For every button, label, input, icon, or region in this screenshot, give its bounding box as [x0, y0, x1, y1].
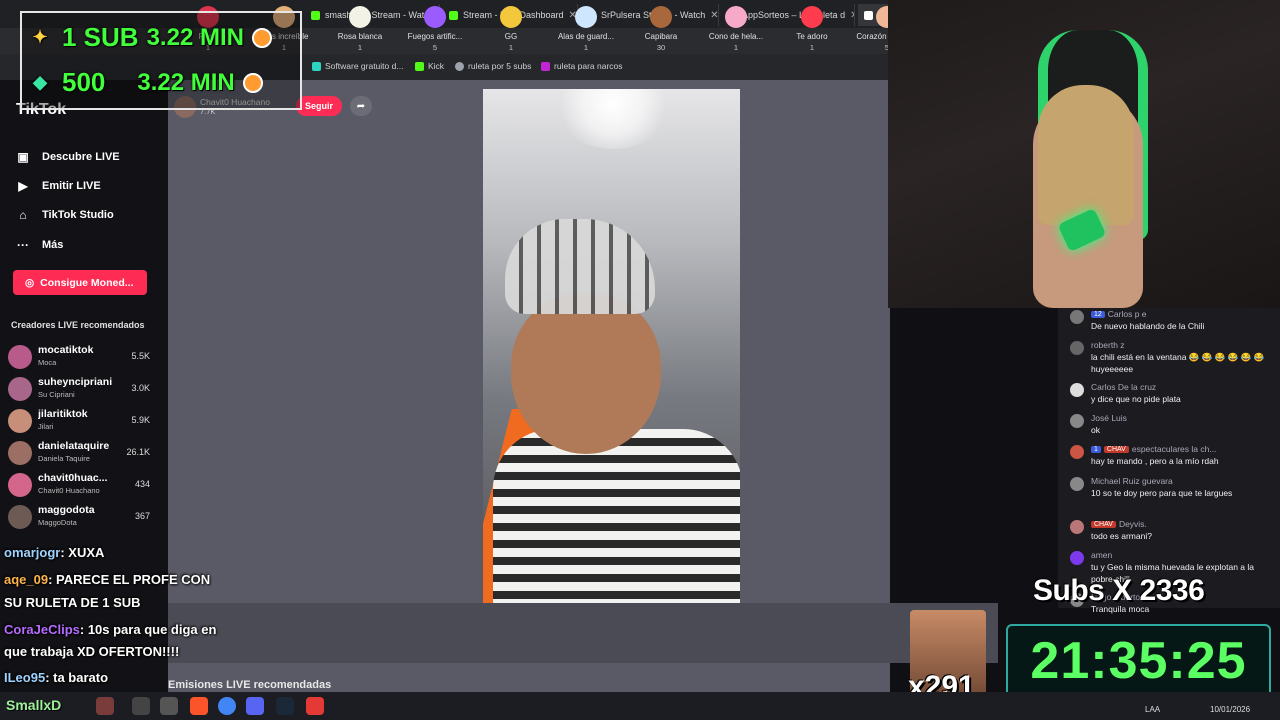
share-icon[interactable]: ➦: [350, 96, 372, 116]
bookmark-icon: [455, 61, 464, 71]
gift-te-adoro[interactable]: Te adoro 1: [775, 6, 849, 58]
explorer-icon[interactable]: [160, 697, 178, 715]
settings-icon[interactable]: [132, 697, 150, 715]
star-icon: ✦: [32, 27, 48, 47]
avatar: [8, 441, 32, 465]
gift-cono-de-helado[interactable]: Cono de hela... 1: [699, 6, 773, 58]
gift-gg[interactable]: GG 1: [474, 6, 548, 58]
wings-icon: [575, 6, 597, 28]
camera-icon: ▶: [18, 179, 28, 193]
nav-descubre-live[interactable]: ▣ Descubre LIVE: [16, 150, 119, 164]
bookmark-software[interactable]: Software gratuito d...: [312, 61, 403, 71]
avatar: [1070, 310, 1084, 324]
language-indicator[interactable]: LAA: [1145, 705, 1160, 714]
avatar: [1070, 551, 1084, 565]
gem-icon: ◆: [33, 72, 47, 92]
brave-icon[interactable]: [190, 697, 208, 715]
more-icon: ···: [17, 238, 29, 252]
live-icon: ▣: [17, 150, 29, 164]
avatar: [1070, 341, 1084, 355]
ice-cream-icon: [725, 6, 747, 28]
avatar: [8, 377, 32, 401]
overlay-chat-line: aqe_09: PARECE EL PROFE CON: [4, 572, 211, 587]
video-shirt: [493, 429, 740, 603]
gem-goal-row: ◆ 500 3.22 MIN: [26, 67, 263, 98]
sub-goal-row: ✦ 1 SUB 3.22 MIN: [26, 22, 272, 53]
chav-badge: CHAV: [1103, 445, 1129, 453]
gift-alas-de-guardian[interactable]: Alas de guard... 1: [549, 6, 623, 58]
kick-icon: [415, 61, 424, 71]
sub-badge: 1: [1091, 445, 1101, 453]
bookmark-icon: [312, 61, 321, 71]
nav-emitir-live[interactable]: ▶ Emitir LIVE: [16, 179, 100, 193]
video-face: [511, 294, 661, 454]
streamer-hair: [1038, 85, 1134, 225]
creator-item[interactable]: chavit0huac... Chavit0 Huachano 434: [8, 471, 160, 501]
avatar: [1070, 520, 1084, 534]
gift-capibara[interactable]: Capibara 30: [624, 6, 698, 58]
taskbar-date[interactable]: 10/01/2026: [1210, 705, 1250, 714]
live-video[interactable]: [483, 89, 740, 603]
clock-icon: [251, 27, 272, 48]
studio-icon: ⌂: [19, 208, 27, 222]
gift-fuegos-artificiales[interactable]: Fuegos artific... 5: [398, 6, 472, 58]
chav-badge: CHAV: [1091, 520, 1116, 528]
nav-mas[interactable]: ··· Más: [16, 238, 63, 252]
gift-bar: [168, 603, 998, 663]
follow-button[interactable]: Seguir: [296, 96, 342, 116]
subathon-timer: 21:35:25: [1006, 624, 1271, 698]
coin-icon: ◎: [25, 276, 35, 289]
white-rose-icon: [349, 6, 371, 28]
webcam-feed: [888, 0, 1280, 308]
creator-item[interactable]: maggodota MaggoDota 367: [8, 503, 160, 533]
overlay-chat-line: omarjogr: XUXA: [4, 545, 105, 560]
creator-item[interactable]: danielataquire Daniela Taquire 26.1K: [8, 439, 160, 469]
taskbar-overlay-user: SmallxD: [6, 697, 62, 713]
avatar: [8, 505, 32, 529]
bookmark-ruleta-narcos[interactable]: ruleta para narcos: [541, 61, 623, 71]
steam-icon[interactable]: [276, 697, 294, 715]
creator-item[interactable]: suheyncipriani Su Cipriani 3.0K: [8, 375, 160, 405]
gift-rosa-blanca[interactable]: Rosa blanca 1: [323, 6, 397, 58]
discord-icon[interactable]: [246, 697, 264, 715]
recommended-lives-heading: Emisiones LIVE recomendadas: [168, 679, 332, 691]
overlay-chat-line: CoraJeClips: 10s para que diga en: [4, 622, 217, 637]
overlay-chat-line: SU RULETA DE 1 SUB: [4, 595, 141, 610]
capybara-icon: [650, 6, 672, 28]
fireworks-icon: [424, 6, 446, 28]
youtube-icon[interactable]: [306, 697, 324, 715]
app-icon[interactable]: [96, 697, 114, 715]
bookmark-kick[interactable]: Kick: [415, 61, 444, 71]
avatar: [8, 345, 32, 369]
recommended-creators-title: Creadores LIVE recomendados: [11, 320, 145, 330]
creator-item[interactable]: jilaritiktok Jilari 5.9K: [8, 407, 160, 437]
avatar: [1070, 477, 1084, 491]
bookmark-icon: [541, 61, 550, 71]
avatar: [1070, 383, 1084, 397]
screen: smashdota Stream - Wat ✕ Stream - Kick D…: [0, 0, 1280, 720]
chrome-icon[interactable]: [218, 697, 236, 715]
overlay-chat-line: que trabaja XD OFERTON!!!!: [4, 644, 180, 659]
bookmark-ruleta-5-subs[interactable]: ruleta por 5 subs: [455, 61, 531, 71]
get-coins-button[interactable]: ◎ Consigue Moned...: [13, 270, 147, 295]
avatar: [8, 473, 32, 497]
video-cap: [505, 219, 655, 314]
overlay-chat-line: ILeo95: ta barato: [4, 670, 109, 685]
sub-badge: 12: [1091, 310, 1105, 318]
avatar: [1070, 445, 1084, 459]
avatar: [1070, 414, 1084, 428]
creator-item[interactable]: mocatiktok Moca 5.5K: [8, 343, 160, 373]
avatar: [8, 409, 32, 433]
subs-counter: Subs X 2336: [1033, 574, 1205, 607]
gg-icon: [500, 6, 522, 28]
heart-icon: [801, 6, 823, 28]
nav-tiktok-studio[interactable]: ⌂ TikTok Studio: [16, 208, 113, 222]
clock-icon: [242, 72, 263, 93]
ceiling-light: [553, 89, 673, 149]
